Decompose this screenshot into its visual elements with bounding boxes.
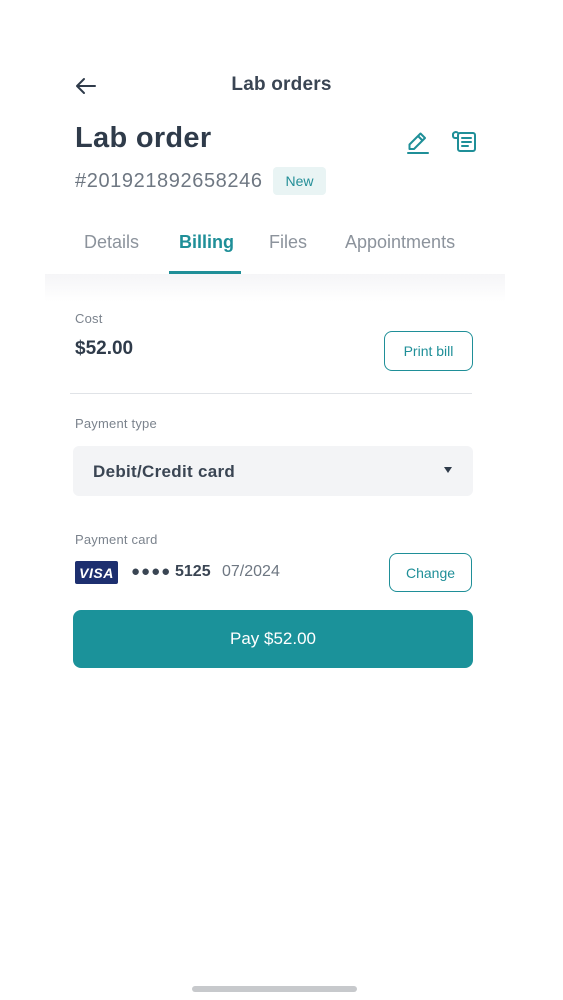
home-indicator (192, 986, 357, 992)
caret-down-icon (444, 467, 452, 473)
pencil-icon (407, 132, 429, 154)
status-badge: New (273, 167, 326, 195)
payment-card-label: Payment card (75, 532, 158, 547)
card-expiry: 07/2024 (222, 563, 280, 580)
document-button[interactable] (450, 126, 480, 156)
change-card-button[interactable]: Change (389, 553, 472, 592)
cost-label: Cost (75, 311, 103, 326)
payment-type-select[interactable]: Debit/Credit card (73, 446, 473, 496)
cost-value: $52.00 (75, 338, 134, 359)
edit-button[interactable] (404, 128, 432, 156)
page-title: Lab order (75, 122, 212, 154)
top-bar: Lab orders (0, 60, 563, 112)
tab-bar: Details Billing Files Appointments (0, 222, 563, 274)
tab-files[interactable]: Files (269, 232, 307, 253)
tab-billing[interactable]: Billing (179, 232, 234, 253)
tab-details[interactable]: Details (84, 232, 139, 253)
card-last4: 5125 (175, 563, 211, 580)
document-icon (452, 131, 476, 152)
tab-shadow (45, 274, 505, 302)
card-mask: ●●●● (131, 563, 172, 580)
nav-title: Lab orders (231, 74, 332, 95)
divider (70, 393, 472, 394)
payment-type-value: Debit/Credit card (93, 462, 236, 481)
pay-button[interactable]: Pay $52.00 (73, 610, 473, 668)
payment-type-label: Payment type (75, 416, 157, 431)
tab-appointments[interactable]: Appointments (345, 232, 455, 253)
order-number: #201921892658246 (75, 170, 263, 192)
print-bill-button[interactable]: Print bill (384, 331, 473, 371)
visa-logo: VISA (75, 561, 118, 584)
